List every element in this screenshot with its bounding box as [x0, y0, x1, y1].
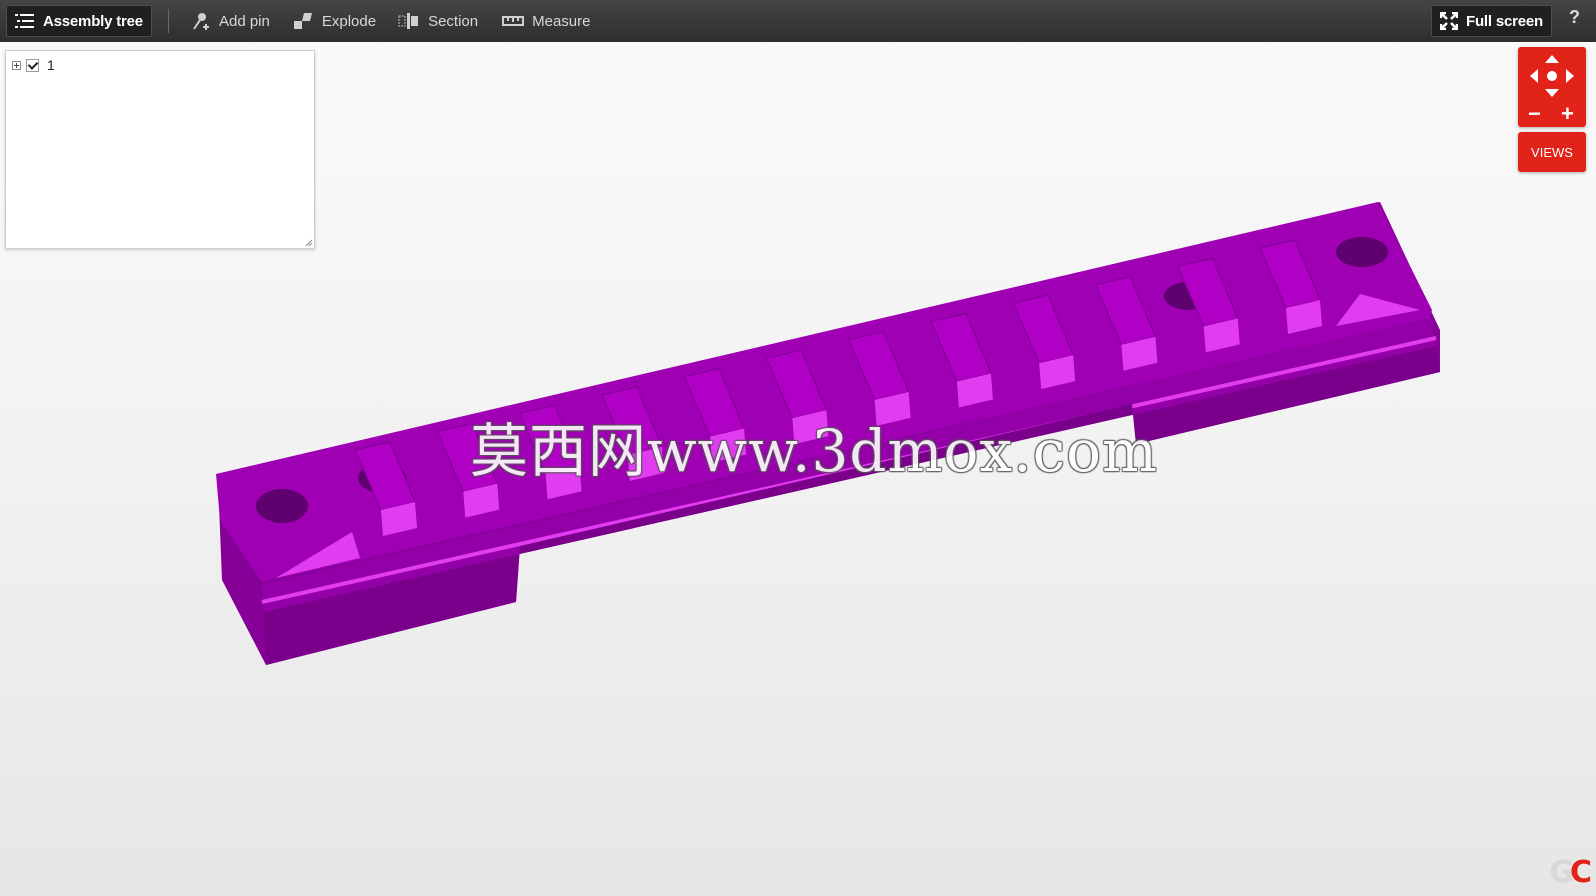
top-toolbar: Assembly tree Add pin Explode Section Me…	[0, 0, 1596, 42]
arrow-up-icon[interactable]	[1545, 55, 1559, 63]
section-button[interactable]: Section	[390, 6, 486, 36]
views-button[interactable]: VIEWS	[1518, 132, 1586, 172]
toolbar-divider	[167, 9, 169, 33]
section-icon	[398, 12, 420, 30]
navigation-pad: − +	[1518, 47, 1586, 127]
zoom-in-button[interactable]: +	[1561, 103, 1574, 125]
explode-icon	[292, 11, 314, 31]
arrow-right-icon[interactable]	[1566, 69, 1574, 83]
explode-button[interactable]: Explode	[284, 6, 384, 36]
fullscreen-icon	[1440, 12, 1458, 30]
fullscreen-button[interactable]: Full screen	[1431, 5, 1552, 37]
add-pin-label: Add pin	[218, 12, 270, 30]
assembly-tree-label: Assembly tree	[43, 12, 143, 30]
mount-hole	[1336, 237, 1388, 267]
watermark-text: 莫西网www.3dmox.com	[470, 417, 1158, 485]
fullscreen-label: Full screen	[1466, 12, 1543, 30]
measure-button[interactable]: Measure	[494, 6, 598, 36]
explode-label: Explode	[321, 12, 377, 30]
add-pin-button[interactable]: Add pin	[183, 6, 278, 36]
arrow-down-icon[interactable]	[1545, 89, 1559, 97]
measure-label: Measure	[532, 12, 591, 30]
brand-logo: GC	[1549, 855, 1592, 890]
ruler-icon	[502, 14, 525, 28]
mount-hole	[256, 489, 308, 523]
help-button[interactable]: ?	[1569, 7, 1580, 28]
assembly-tree-button[interactable]: Assembly tree	[6, 5, 152, 37]
pan-center-icon[interactable]	[1547, 71, 1557, 81]
list-icon	[15, 13, 35, 29]
arrow-left-icon[interactable]	[1530, 69, 1538, 83]
section-label: Section	[428, 12, 479, 30]
pin-icon	[191, 11, 211, 31]
zoom-out-button[interactable]: −	[1528, 103, 1541, 125]
